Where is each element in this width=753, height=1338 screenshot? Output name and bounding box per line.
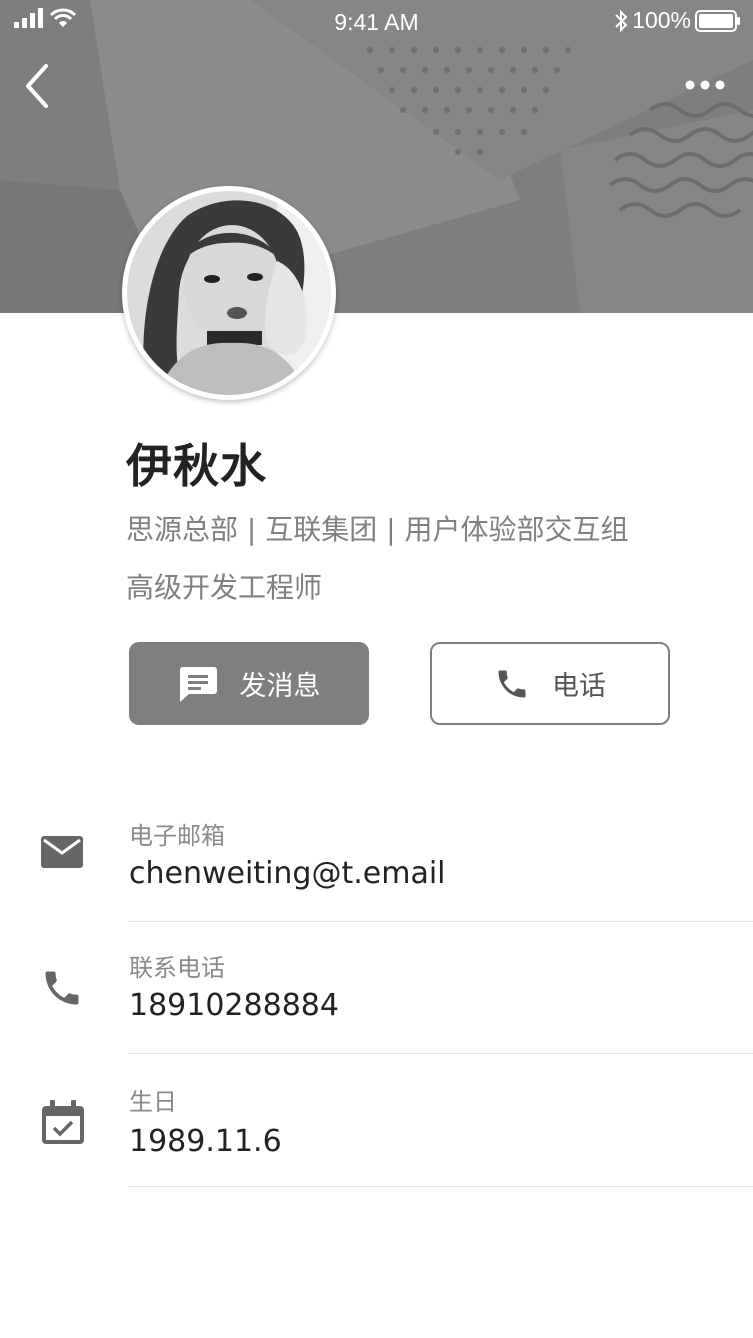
profile-organization: 思源总部 | 互联集团 | 用户体验部交互组 <box>126 513 629 546</box>
avatar[interactable] <box>122 186 336 400</box>
status-bar: 9:41 AM 100% <box>0 0 753 44</box>
send-message-label: 发消息 <box>239 671 321 702</box>
phone-icon <box>498 670 526 697</box>
info-row-phone[interactable]: 联系电话 18910288884 <box>0 922 753 1054</box>
info-row-birthday: 生日 1989.11.6 <box>0 1054 753 1186</box>
email-value[interactable]: chenweiting@t.email <box>129 856 446 891</box>
status-right: 100% <box>614 7 741 34</box>
message-icon <box>179 666 217 702</box>
profile-header-banner <box>0 0 753 313</box>
send-message-button[interactable]: 发消息 <box>129 642 369 725</box>
phone-label: 联系电话 <box>129 954 225 982</box>
email-label: 电子邮箱 <box>129 822 225 850</box>
calendar-icon <box>42 1100 84 1144</box>
profile-name: 伊秋水 <box>126 439 267 493</box>
birthday-value: 1989.11.6 <box>129 1124 282 1159</box>
avatar-photo <box>127 191 331 395</box>
call-label: 电话 <box>552 671 606 702</box>
mail-icon <box>41 836 83 868</box>
phone-icon <box>45 971 79 1005</box>
bluetooth-icon <box>615 9 628 32</box>
battery-icon <box>695 9 740 32</box>
battery-percentage: 100% <box>632 7 691 33</box>
profile-job-title: 高级开发工程师 <box>126 571 323 604</box>
more-options-button[interactable] <box>680 70 730 100</box>
divider <box>128 1186 753 1187</box>
more-horizontal-icon <box>685 80 725 90</box>
info-row-email[interactable]: 电子邮箱 chenweiting@t.email <box>0 790 753 922</box>
birthday-label: 生日 <box>129 1088 177 1116</box>
back-button[interactable] <box>18 60 58 112</box>
phone-value[interactable]: 18910288884 <box>129 988 339 1023</box>
call-button[interactable]: 电话 <box>430 642 670 725</box>
header-background-pattern <box>0 0 753 313</box>
chevron-left-icon <box>26 64 48 108</box>
